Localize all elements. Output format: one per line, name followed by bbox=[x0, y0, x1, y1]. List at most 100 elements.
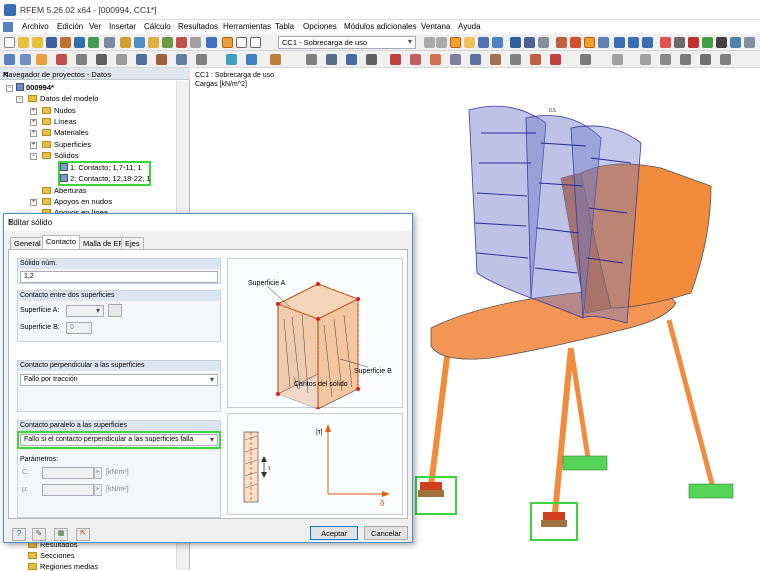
zoom-icon[interactable] bbox=[556, 37, 567, 48]
copy-icon[interactable] bbox=[136, 54, 147, 65]
imperfection-icon[interactable] bbox=[612, 54, 623, 65]
result-line-icon[interactable] bbox=[680, 54, 691, 65]
settings-icon[interactable] bbox=[190, 37, 201, 48]
surface-b-field[interactable]: 0 bbox=[66, 322, 92, 334]
surface-icon[interactable] bbox=[390, 54, 401, 65]
camera-icon[interactable] bbox=[716, 37, 727, 48]
mu-spin-icon[interactable]: ▸ bbox=[94, 484, 102, 496]
solid-number-field[interactable]: 1,2 bbox=[20, 271, 218, 283]
tree-item-sections[interactable]: Secciones bbox=[28, 551, 75, 560]
tree-item-solids[interactable]: Sólidos bbox=[42, 151, 79, 160]
menu-resultados[interactable]: Resultados bbox=[178, 22, 218, 31]
print-icon[interactable] bbox=[60, 37, 71, 48]
zoom-all-icon[interactable] bbox=[570, 37, 581, 48]
top-view-icon[interactable] bbox=[642, 37, 653, 48]
tree-item-surfaces[interactable]: Superficies bbox=[42, 140, 91, 149]
animation-icon[interactable] bbox=[492, 37, 503, 48]
select-icon[interactable] bbox=[674, 37, 685, 48]
mesh-icon[interactable] bbox=[640, 54, 651, 65]
measure-icon[interactable] bbox=[366, 54, 377, 65]
load-case-icon[interactable] bbox=[490, 54, 501, 65]
menu-ayuda[interactable]: Ayuda bbox=[458, 22, 481, 31]
mirror-icon[interactable] bbox=[156, 54, 167, 65]
filter-icon[interactable] bbox=[660, 37, 671, 48]
open-icon[interactable] bbox=[18, 37, 29, 48]
front-view-icon[interactable] bbox=[628, 37, 639, 48]
menu-insertar[interactable]: Insertar bbox=[109, 22, 136, 31]
tab-malla-ef[interactable]: Malla de EF bbox=[79, 237, 128, 249]
arrow-icon[interactable] bbox=[96, 54, 107, 65]
menu-ventana[interactable]: Ventana bbox=[421, 22, 450, 31]
menu-herramientas[interactable]: Herramientas bbox=[223, 22, 271, 31]
more-icon[interactable] bbox=[744, 37, 755, 48]
hinge-icon[interactable] bbox=[76, 54, 87, 65]
table-icon[interactable] bbox=[206, 37, 217, 48]
tree-item-lines[interactable]: Líneas bbox=[42, 117, 77, 126]
edit-button[interactable]: ✎ bbox=[32, 528, 46, 541]
cancel-button[interactable]: Cancelar bbox=[364, 526, 408, 540]
wireframe-icon[interactable] bbox=[538, 37, 549, 48]
guide-icon[interactable] bbox=[246, 54, 257, 65]
tree-item-materials[interactable]: Materiales bbox=[42, 128, 89, 137]
nodal-load-icon[interactable] bbox=[530, 54, 541, 65]
menu-archivo[interactable]: Archivo bbox=[22, 22, 49, 31]
expand-nodal-supports-icon[interactable]: + bbox=[30, 199, 37, 206]
tab-contacto[interactable]: Contacto bbox=[42, 235, 81, 250]
refine-icon[interactable] bbox=[660, 54, 671, 65]
c-field[interactable] bbox=[42, 467, 94, 479]
dialog-close-icon[interactable]: ✕ bbox=[8, 218, 15, 227]
panel-icon[interactable] bbox=[222, 37, 233, 48]
show-results-icon[interactable] bbox=[464, 37, 475, 48]
divide-icon[interactable] bbox=[176, 54, 187, 65]
defaults-button[interactable]: ▦ bbox=[54, 528, 68, 541]
tree-solid-1[interactable]: 1: Contacto; 1,7-11; 1 bbox=[60, 163, 142, 172]
delete-icon[interactable] bbox=[176, 37, 187, 48]
tree-project[interactable]: 000994* bbox=[16, 83, 54, 92]
previous-loadcase-icon[interactable] bbox=[424, 37, 435, 48]
show-loads-icon[interactable] bbox=[450, 37, 461, 48]
node-icon[interactable] bbox=[4, 54, 15, 65]
expand-model-icon[interactable]: − bbox=[16, 96, 23, 103]
section-cut-icon[interactable] bbox=[700, 54, 711, 65]
values-icon[interactable] bbox=[478, 37, 489, 48]
ucs-icon[interactable] bbox=[346, 54, 357, 65]
collapse-solids-icon[interactable]: − bbox=[30, 153, 37, 160]
menu-edicion[interactable]: Edición bbox=[57, 22, 83, 31]
expand-materials-icon[interactable]: + bbox=[30, 130, 37, 137]
load-icon[interactable] bbox=[470, 54, 481, 65]
grid-icon[interactable] bbox=[236, 37, 247, 48]
edit-icon[interactable] bbox=[148, 37, 159, 48]
dimension-icon[interactable] bbox=[196, 54, 207, 65]
tree-item-openings[interactable]: Aberturas bbox=[42, 186, 87, 195]
line-icon[interactable] bbox=[20, 54, 31, 65]
loadcase-select[interactable]: CC1 - Sobrecarga de uso bbox=[278, 36, 416, 49]
expand-surfaces-icon[interactable]: + bbox=[30, 142, 37, 149]
section-icon[interactable] bbox=[450, 54, 461, 65]
member-icon[interactable] bbox=[36, 54, 47, 65]
next-loadcase-icon[interactable] bbox=[436, 37, 447, 48]
menu-tabla[interactable]: Tabla bbox=[275, 22, 294, 31]
surface-a-select[interactable] bbox=[66, 305, 104, 317]
expand-nodes-icon[interactable]: + bbox=[30, 108, 37, 115]
check-icon[interactable] bbox=[162, 37, 173, 48]
cancel-icon[interactable] bbox=[688, 37, 699, 48]
move-icon[interactable] bbox=[116, 54, 127, 65]
menu-modulos-adicionales[interactable]: Módulos adicionales bbox=[344, 22, 417, 31]
undo-icon[interactable] bbox=[104, 37, 115, 48]
menu-calculo[interactable]: Cálculo bbox=[144, 22, 171, 31]
rotate-icon[interactable] bbox=[598, 37, 609, 48]
ok-icon[interactable] bbox=[702, 37, 713, 48]
line-load-icon[interactable] bbox=[550, 54, 561, 65]
pan-icon[interactable] bbox=[584, 37, 595, 48]
support-icon[interactable] bbox=[56, 54, 67, 65]
grid-snap-icon[interactable] bbox=[306, 54, 317, 65]
save-icon[interactable] bbox=[46, 37, 57, 48]
calculate-icon[interactable] bbox=[120, 37, 131, 48]
close-icon[interactable]: × bbox=[3, 70, 7, 79]
coordinate-icon[interactable] bbox=[226, 54, 237, 65]
solid-icon[interactable] bbox=[410, 54, 421, 65]
results-icon[interactable] bbox=[134, 37, 145, 48]
iso-view-icon[interactable] bbox=[614, 37, 625, 48]
help-icon[interactable] bbox=[730, 37, 741, 48]
tree-item-nodal-supports[interactable]: Apoyos en nudos bbox=[42, 197, 112, 206]
